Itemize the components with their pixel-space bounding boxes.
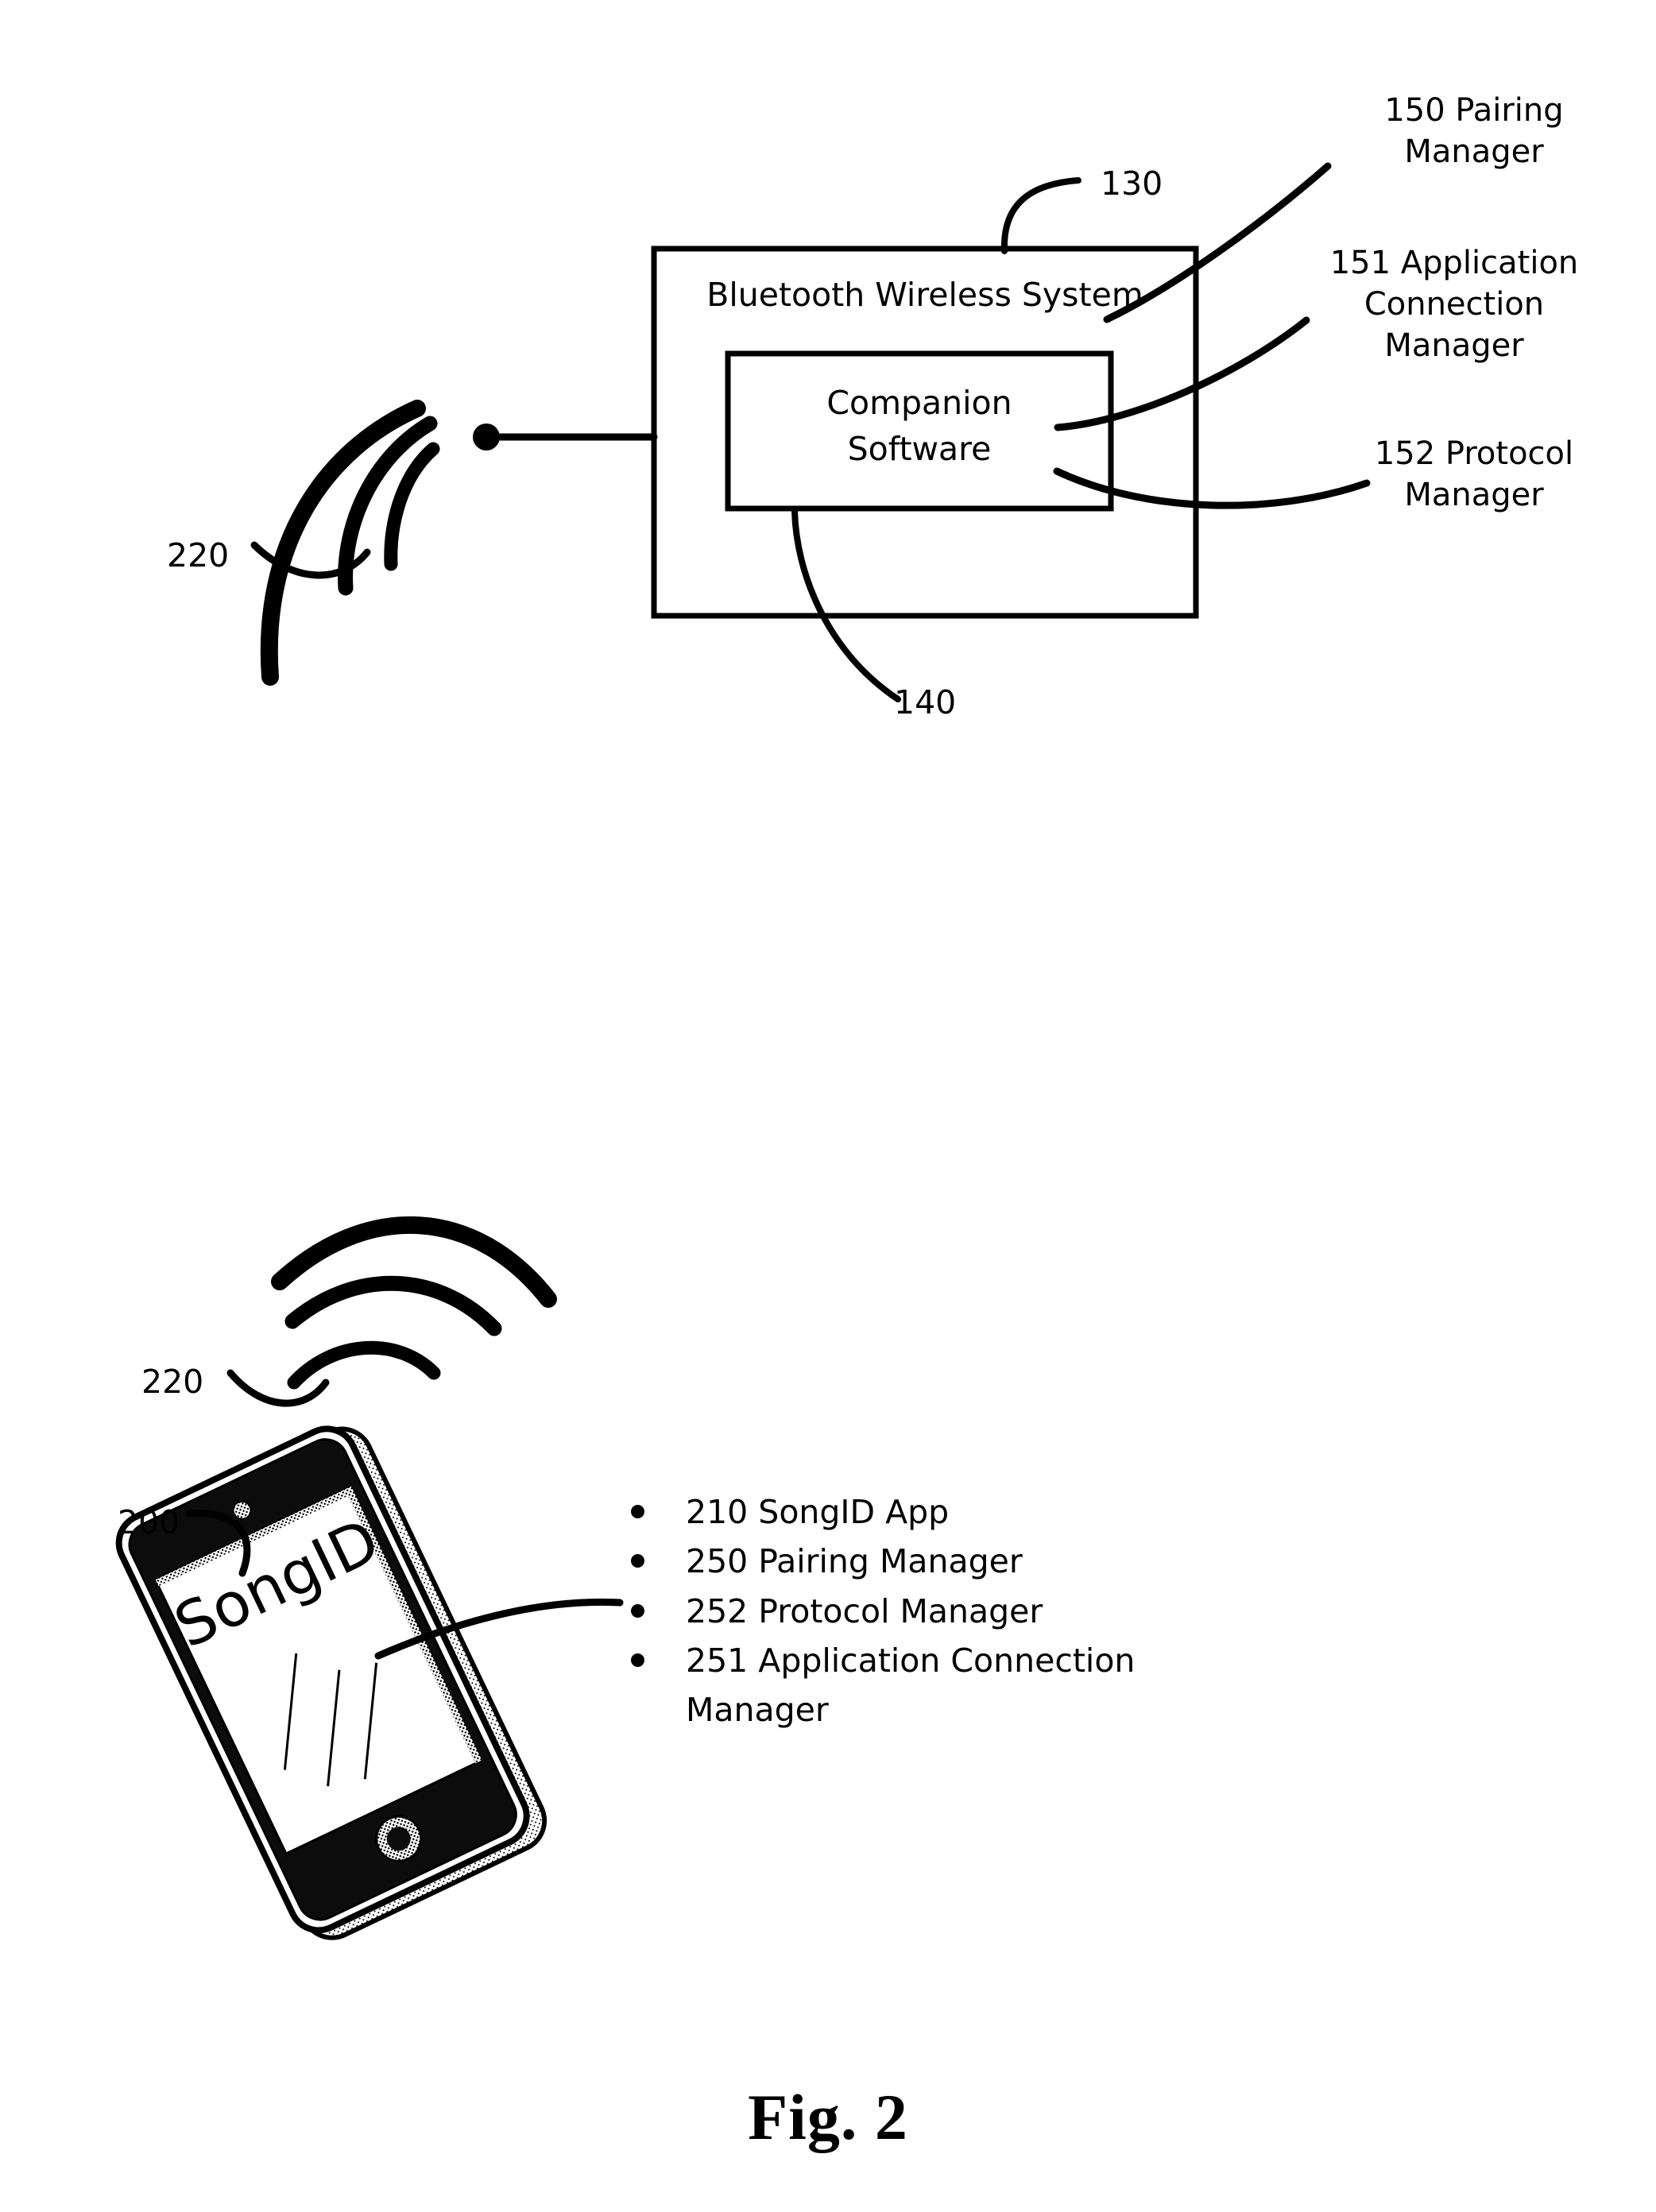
callout-150-pairing-manager: 150 Pairing Manager <box>1343 90 1605 172</box>
list-item-label: 210 SongID App <box>686 1493 950 1531</box>
phone-device: SongID <box>115 1425 547 1940</box>
bluetooth-wireless-system-label: Bluetooth Wireless System <box>706 276 1143 314</box>
list-item-label: 251 Application Connection Manager <box>686 1641 1136 1730</box>
companion-software-label: Companion Software <box>728 380 1111 472</box>
list-item: 252 Protocol Manager <box>625 1587 1181 1636</box>
list-item-label: 252 Protocol Manager <box>686 1591 1043 1630</box>
bullet-dot-icon <box>631 1505 644 1518</box>
callout-152-protocol-manager: 152 Protocol Manager <box>1343 433 1605 516</box>
leader-line-152 <box>1053 467 1371 509</box>
reference-numeral-220-bottom: 220 <box>141 1363 204 1401</box>
phone-component-list: 210 SongID App 250 Pairing Manager 252 P… <box>625 1487 1181 1735</box>
figure-caption: Fig. 2 <box>748 2081 908 2153</box>
callout-150-line-2: Manager <box>1404 133 1544 170</box>
leader-line-140 <box>791 508 901 702</box>
list-item: 250 Pairing Manager <box>625 1537 1181 1586</box>
bullet-dot-icon <box>631 1653 644 1667</box>
bullet-dot-icon <box>631 1554 644 1568</box>
reference-numeral-130: 130 <box>1101 164 1163 203</box>
wireless-arc-top-inner <box>384 442 440 571</box>
list-item: 210 SongID App <box>625 1487 1181 1537</box>
callout-151-line-2: Connection <box>1364 286 1545 323</box>
callout-152-line-2: Manager <box>1404 477 1544 513</box>
callout-151-line-3: Manager <box>1384 327 1524 364</box>
callout-151-application-connection-manager: 151 Application Connection Manager <box>1303 242 1605 366</box>
leader-line-220-bottom <box>226 1369 330 1407</box>
reference-numeral-140: 140 <box>894 683 957 721</box>
bullet-dot-icon <box>631 1603 644 1618</box>
callout-152-line-1: 152 Protocol <box>1374 435 1574 472</box>
patent-figure-2: SongID Bluetooth Wireless System Compani… <box>0 0 1656 2212</box>
callout-151-line-1: 151 Application <box>1329 245 1579 281</box>
leader-line-130 <box>1000 177 1081 254</box>
wireless-arc-bottom-inner <box>287 1340 441 1390</box>
reference-numeral-220-top: 220 <box>167 536 230 574</box>
reference-numeral-200: 200 <box>118 1503 180 1541</box>
list-item: 251 Application Connection Manager <box>625 1636 1181 1735</box>
list-item-label: 250 Pairing Manager <box>686 1542 1023 1581</box>
companion-software-line-2: Software <box>847 430 992 469</box>
antenna-node-dot <box>473 423 500 451</box>
callout-150-line-1: 150 Pairing <box>1384 92 1564 129</box>
wireless-arc-bottom-middle <box>284 1275 502 1336</box>
companion-software-line-1: Companion <box>826 384 1012 422</box>
